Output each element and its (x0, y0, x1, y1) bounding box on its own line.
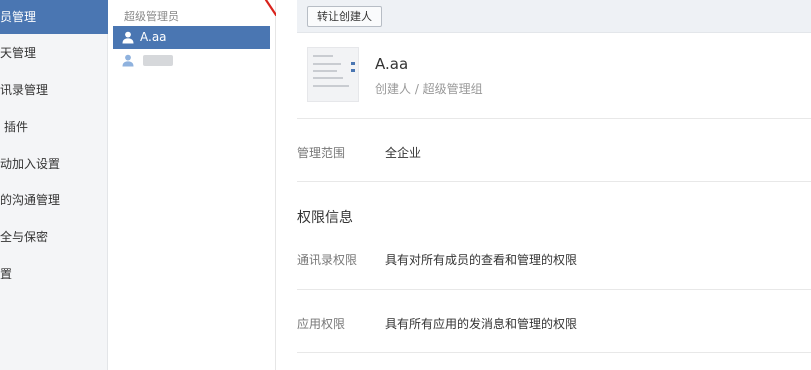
blurred-name-placeholder (143, 55, 173, 66)
nav-item-contacts-management[interactable]: 讯录管理 (0, 73, 108, 107)
nav-item-label: 全与保密 (0, 230, 49, 244)
admin-profile-name: A.aa (375, 55, 409, 73)
nav-item-chat-management[interactable]: 天管理 (0, 36, 108, 70)
nav-item-security-privacy[interactable]: 全与保密 (0, 220, 108, 254)
admin-profile-role: 创建人 / 超级管理组 (375, 82, 483, 96)
nav-item-admin-management[interactable]: 员管理 (0, 0, 108, 34)
divider (297, 118, 811, 119)
admin-list-item[interactable] (113, 49, 270, 72)
nav-item-label: 插件 (4, 120, 29, 134)
transfer-creator-button[interactable]: 转让创建人 (307, 6, 382, 27)
nav-item-plugins[interactable]: 插件 (0, 110, 108, 144)
admin-list-panel: 超级管理员 A.aa (108, 0, 276, 370)
nav-item-auto-join-settings[interactable]: 动加入设置 (0, 147, 108, 181)
nav-item-label: 动加入设置 (0, 157, 61, 171)
admin-list-item[interactable]: A.aa (113, 26, 270, 49)
divider (297, 352, 811, 353)
divider (297, 181, 811, 182)
permissions-section-title: 权限信息 (297, 210, 353, 226)
nav-item-label: 讯录管理 (0, 83, 49, 97)
divider (297, 289, 811, 290)
management-scope-value: 全企业 (385, 146, 422, 160)
person-icon (122, 54, 134, 67)
nav-item-communication-management[interactable]: 的沟通管理 (0, 183, 108, 217)
nav-item-label: 天管理 (0, 46, 37, 60)
app-root: 员管理 天管理 讯录管理 插件 动加入设置 的沟通管理 全与保密 置 超级管理员… (0, 0, 811, 370)
app-permission-label: 应用权限 (297, 317, 346, 331)
detail-toolbar: 转让创建人 (297, 0, 811, 33)
admin-thumbnail (307, 47, 359, 102)
app-permission-value: 具有所有应用的发消息和管理的权限 (385, 317, 578, 331)
nav-item-label: 员管理 (0, 10, 37, 24)
person-icon (122, 31, 134, 44)
admin-list-title: 超级管理员 (124, 10, 179, 23)
management-scope-label: 管理范围 (297, 146, 346, 160)
nav-item-settings[interactable]: 置 (0, 257, 108, 291)
admin-detail-panel: 转让创建人 A.aa 创建人 / 超级管理组 管理范围 全企业 权限信息 通讯录… (276, 0, 811, 370)
admin-name: A.aa (140, 30, 167, 44)
nav-item-label: 置 (0, 267, 13, 281)
nav-item-label: 的沟通管理 (0, 193, 61, 207)
left-nav: 员管理 天管理 讯录管理 插件 动加入设置 的沟通管理 全与保密 置 (0, 0, 108, 370)
contacts-permission-label: 通讯录权限 (297, 253, 358, 267)
contacts-permission-value: 具有对所有成员的查看和管理的权限 (385, 253, 578, 267)
